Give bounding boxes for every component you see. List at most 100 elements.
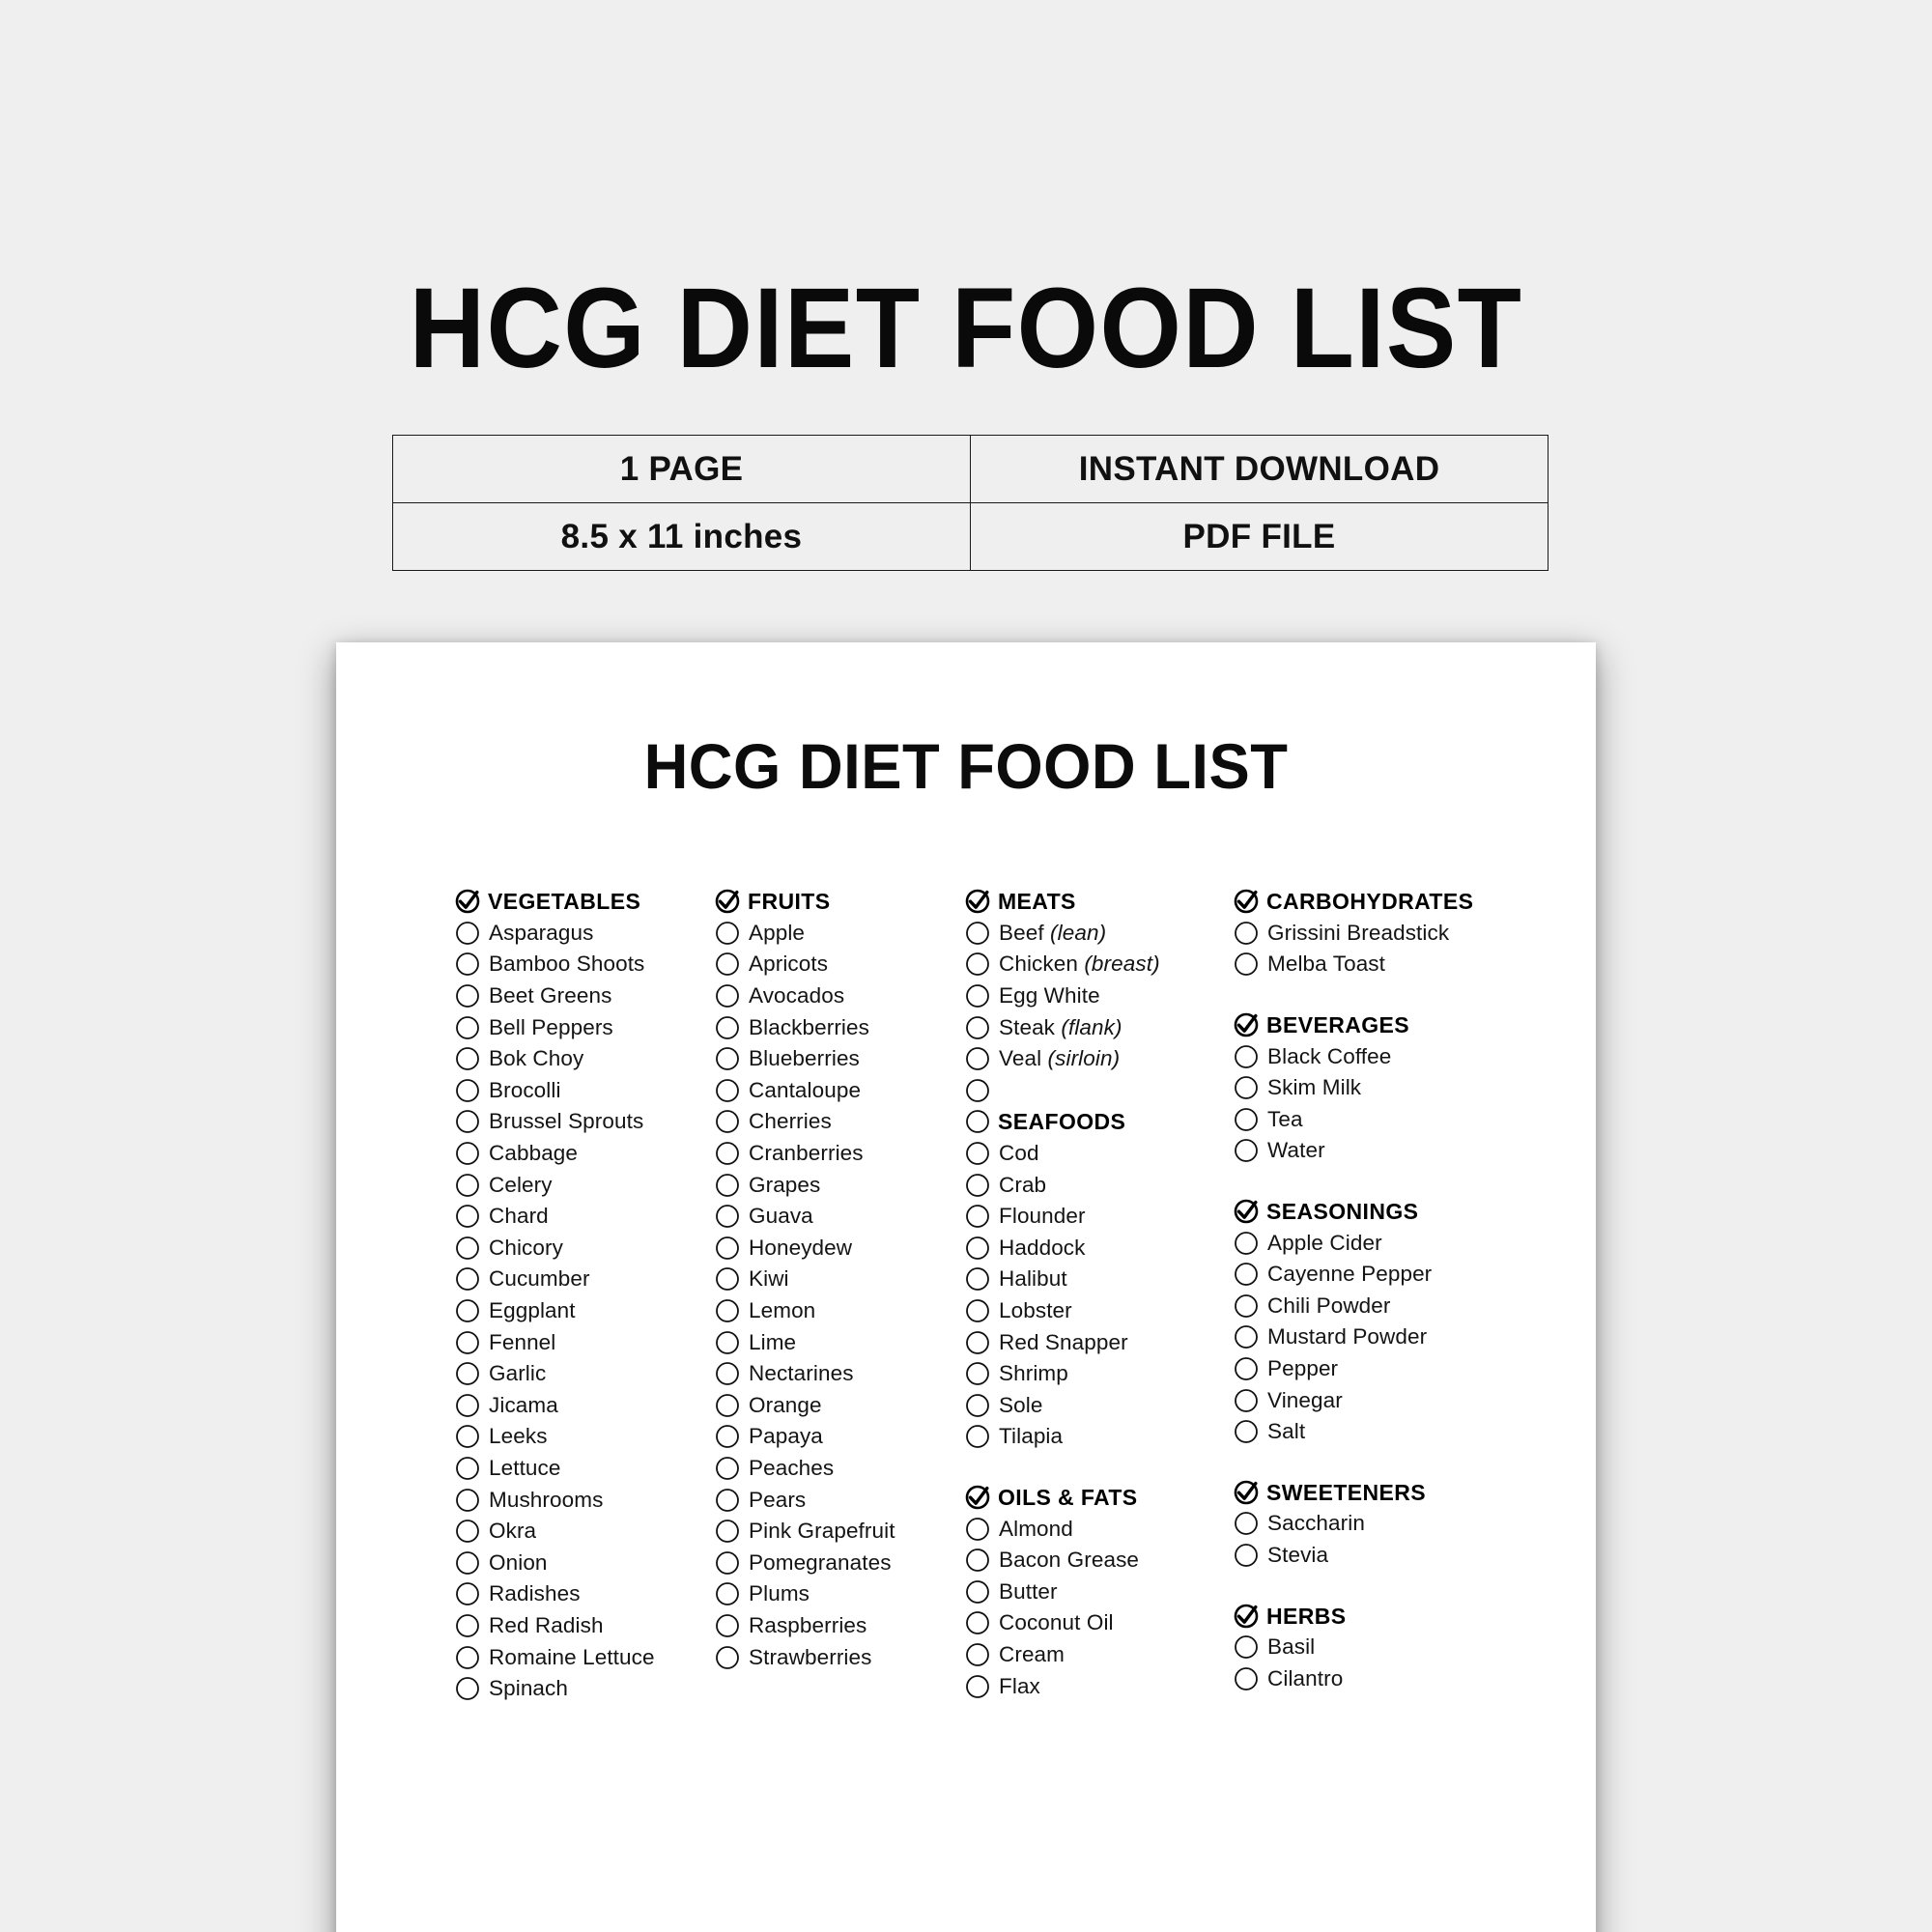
checklist-item[interactable]: Tea <box>1234 1104 1552 1136</box>
circle-icon[interactable] <box>455 1109 480 1134</box>
circle-icon[interactable] <box>1234 952 1259 977</box>
circle-icon[interactable] <box>715 1456 740 1481</box>
circle-icon[interactable] <box>455 983 480 1009</box>
checklist-item[interactable]: Nectarines <box>715 1358 966 1390</box>
checklist-item[interactable]: Apple Cider <box>1234 1227 1552 1259</box>
circle-icon[interactable] <box>455 1141 480 1166</box>
checklist-item[interactable]: Chili Powder <box>1234 1291 1552 1322</box>
check-circle-icon[interactable] <box>1234 1012 1259 1037</box>
circle-icon[interactable] <box>965 1015 990 1040</box>
circle-icon[interactable] <box>965 1610 990 1635</box>
checklist-item[interactable]: Romaine Lettuce <box>455 1641 716 1673</box>
circle-icon[interactable] <box>1234 1044 1259 1069</box>
circle-icon[interactable] <box>455 1550 480 1576</box>
circle-icon[interactable] <box>965 1424 990 1449</box>
checklist-item[interactable]: Apricots <box>715 949 966 980</box>
checklist-item[interactable]: Lettuce <box>455 1453 716 1485</box>
checklist-item[interactable]: Cantaloupe <box>715 1075 966 1107</box>
circle-icon[interactable] <box>715 1141 740 1166</box>
circle-icon[interactable] <box>715 1204 740 1229</box>
circle-icon[interactable] <box>715 1015 740 1040</box>
circle-icon[interactable] <box>455 1519 480 1544</box>
checklist-item[interactable]: Almond <box>965 1513 1236 1545</box>
checklist-item[interactable]: Basil <box>1234 1632 1552 1663</box>
checklist-item[interactable]: Melba Toast <box>1234 949 1552 980</box>
checklist-item[interactable]: Okra <box>455 1516 716 1548</box>
checklist-item[interactable]: Cabbage <box>455 1138 716 1170</box>
circle-icon[interactable] <box>1234 1293 1259 1319</box>
checklist-item[interactable]: Crab <box>965 1169 1236 1201</box>
circle-icon[interactable] <box>455 1613 480 1638</box>
circle-icon[interactable] <box>715 1298 740 1323</box>
circle-icon[interactable] <box>965 1361 990 1386</box>
checklist-item[interactable]: Haddock <box>965 1233 1236 1264</box>
checklist-item[interactable]: Bacon Grease <box>965 1545 1236 1577</box>
checklist-item[interactable]: Mushrooms <box>455 1484 716 1516</box>
checklist-item[interactable]: Sole <box>965 1390 1236 1422</box>
checklist-item[interactable]: Water <box>1234 1135 1552 1167</box>
checklist-item[interactable]: Cucumber <box>455 1264 716 1295</box>
checklist-item[interactable]: Skim Milk <box>1234 1072 1552 1104</box>
circle-icon[interactable] <box>455 1173 480 1198</box>
checklist-item[interactable]: Apple <box>715 918 966 950</box>
circle-icon[interactable] <box>965 1674 990 1699</box>
checklist-item[interactable]: Egg White <box>965 980 1236 1012</box>
circle-icon[interactable] <box>455 1581 480 1606</box>
circle-icon[interactable] <box>715 1266 740 1292</box>
circle-icon[interactable] <box>965 1109 990 1134</box>
check-circle-icon[interactable] <box>965 1485 990 1510</box>
check-circle-icon[interactable] <box>965 889 990 914</box>
checklist-item[interactable]: Tilapia <box>965 1421 1236 1453</box>
circle-icon[interactable] <box>1234 1634 1259 1660</box>
circle-icon[interactable] <box>965 1548 990 1573</box>
checklist-item[interactable]: Strawberries <box>715 1641 966 1673</box>
checklist-item[interactable]: Onion <box>455 1547 716 1578</box>
circle-icon[interactable] <box>1234 1324 1259 1350</box>
circle-icon[interactable] <box>455 1645 480 1670</box>
circle-icon[interactable] <box>1234 1262 1259 1287</box>
checklist-item[interactable]: Red Radish <box>455 1610 716 1642</box>
circle-icon[interactable] <box>715 1046 740 1071</box>
checklist-item[interactable]: Lobster <box>965 1295 1236 1327</box>
checklist-item[interactable]: Lime <box>715 1326 966 1358</box>
checklist-item[interactable]: Pomegranates <box>715 1547 966 1578</box>
circle-icon[interactable] <box>965 1517 990 1542</box>
circle-icon[interactable] <box>965 921 990 946</box>
check-circle-icon[interactable] <box>1234 889 1259 914</box>
checklist-item[interactable]: Grissini Breadstick <box>1234 918 1552 950</box>
circle-icon[interactable] <box>1234 1543 1259 1568</box>
circle-icon[interactable] <box>715 983 740 1009</box>
circle-icon[interactable] <box>1234 1388 1259 1413</box>
circle-icon[interactable] <box>715 1236 740 1261</box>
checklist-item[interactable]: Cilantro <box>1234 1662 1552 1694</box>
circle-icon[interactable] <box>715 1361 740 1386</box>
check-circle-icon[interactable] <box>1234 1604 1259 1629</box>
checklist-item[interactable]: Plums <box>715 1578 966 1610</box>
circle-icon[interactable] <box>965 1642 990 1667</box>
circle-icon[interactable] <box>1234 1075 1259 1100</box>
circle-icon[interactable] <box>1234 1356 1259 1381</box>
circle-icon[interactable] <box>715 1488 740 1513</box>
checklist-item[interactable]: Butter <box>965 1576 1236 1607</box>
circle-icon[interactable] <box>965 1078 990 1103</box>
checklist-item[interactable]: Blueberries <box>715 1043 966 1075</box>
circle-icon[interactable] <box>1234 1511 1259 1536</box>
checklist-item[interactable]: Halibut <box>965 1264 1236 1295</box>
checklist-item[interactable]: Shrimp <box>965 1358 1236 1390</box>
checklist-item[interactable]: Black Coffee <box>1234 1040 1552 1072</box>
circle-icon[interactable] <box>965 1330 990 1355</box>
circle-icon[interactable] <box>965 1298 990 1323</box>
circle-icon[interactable] <box>715 1519 740 1544</box>
check-circle-icon[interactable] <box>455 889 480 914</box>
circle-icon[interactable] <box>965 1141 990 1166</box>
checklist-item[interactable]: Radishes <box>455 1578 716 1610</box>
checklist-item[interactable]: Peaches <box>715 1453 966 1485</box>
check-circle-icon[interactable] <box>1234 1480 1259 1505</box>
circle-icon[interactable] <box>965 1046 990 1071</box>
checklist-item[interactable]: Grapes <box>715 1169 966 1201</box>
checklist-item[interactable]: Pepper <box>1234 1353 1552 1385</box>
circle-icon[interactable] <box>1234 921 1259 946</box>
circle-icon[interactable] <box>965 1266 990 1292</box>
circle-icon[interactable] <box>965 1236 990 1261</box>
circle-icon[interactable] <box>455 1424 480 1449</box>
